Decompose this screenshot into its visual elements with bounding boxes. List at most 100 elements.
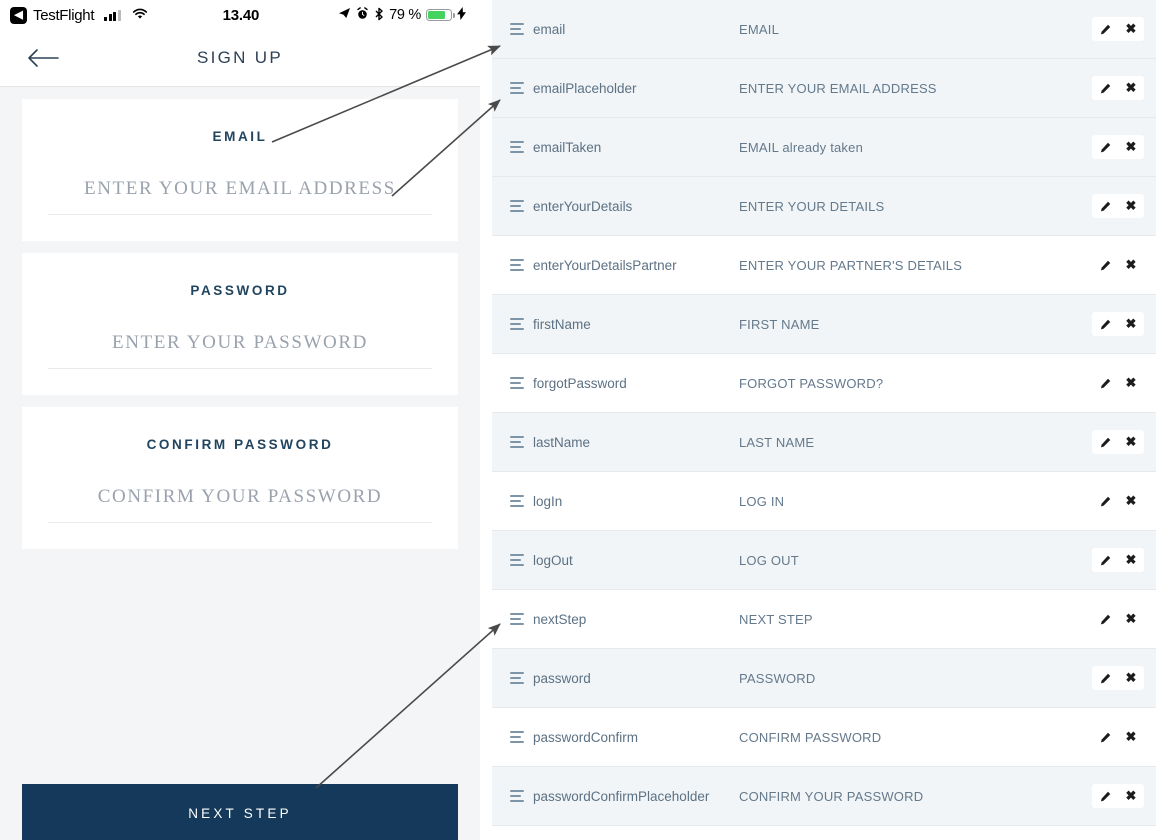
confirm-password-field-card[interactable]: CONFIRM PASSWORD CONFIRM YOUR PASSWORD [22, 407, 458, 549]
delete-row-button[interactable]: ✖ [1118, 666, 1144, 690]
delete-row-button[interactable]: ✖ [1118, 371, 1144, 395]
edit-row-button[interactable] [1092, 430, 1118, 454]
row-value-label: CONFIRM PASSWORD [739, 729, 882, 745]
row-value-label: LAST NAME [739, 434, 815, 450]
edit-row-button[interactable] [1092, 548, 1118, 572]
drag-handle-icon[interactable] [510, 141, 524, 153]
row-value-label: FIRST NAME [739, 316, 820, 332]
table-row[interactable]: forgotPassword FORGOT PASSWORD? ✖ [492, 354, 1156, 413]
edit-row-button[interactable] [1092, 489, 1118, 513]
delete-row-button[interactable]: ✖ [1118, 489, 1144, 513]
row-actions: ✖ [1092, 253, 1144, 277]
table-row[interactable]: logIn LOG IN ✖ [492, 472, 1156, 531]
status-carrier-label: TestFlight [33, 6, 95, 24]
edit-row-button[interactable] [1092, 253, 1118, 277]
table-row[interactable]: firstName FIRST NAME ✖ [492, 295, 1156, 354]
row-actions: ✖ [1092, 371, 1144, 395]
delete-row-button[interactable]: ✖ [1118, 725, 1144, 749]
phone-preview: ◀ TestFlight 13.40 79 % SIGN UP EMAIL EN… [0, 0, 480, 840]
delete-row-button[interactable]: ✖ [1118, 548, 1144, 572]
drag-handle-icon[interactable] [510, 259, 524, 271]
delete-row-button[interactable]: ✖ [1118, 784, 1144, 808]
delete-row-button[interactable]: ✖ [1118, 253, 1144, 277]
table-row[interactable]: enterYourDetailsPartner ENTER YOUR PARTNE… [492, 236, 1156, 295]
edit-row-button[interactable] [1092, 666, 1118, 690]
confirm-password-field-label: CONFIRM PASSWORD [146, 437, 334, 452]
delete-row-button[interactable]: ✖ [1118, 135, 1144, 159]
row-value-label: LOG IN [739, 493, 785, 509]
edit-row-button[interactable] [1092, 76, 1118, 100]
back-arrow-icon[interactable] [26, 47, 60, 69]
drag-handle-icon[interactable] [510, 318, 524, 330]
row-key-label: emailTaken [533, 139, 602, 155]
edit-row-button[interactable] [1092, 607, 1118, 631]
drag-handle-icon[interactable] [510, 613, 524, 625]
status-back-icon[interactable]: ◀ [10, 6, 27, 24]
row-value-label: CONFIRM YOUR PASSWORD [739, 788, 924, 804]
row-key-label: nextStep [533, 611, 587, 627]
table-row[interactable]: emailPlaceholder ENTER YOUR EMAIL ADDRESS… [492, 59, 1156, 118]
row-value-label: PASSWORD [739, 670, 816, 686]
delete-row-button[interactable]: ✖ [1118, 76, 1144, 100]
edit-row-button[interactable] [1092, 784, 1118, 808]
row-actions: ✖ [1092, 135, 1144, 159]
row-value-label: LOG OUT [739, 552, 799, 568]
drag-handle-icon[interactable] [510, 436, 524, 448]
row-key-label: lastName [533, 434, 591, 450]
page-title: SIGN UP [196, 48, 283, 67]
email-input[interactable]: ENTER YOUR EMAIL ADDRESS [48, 178, 432, 200]
row-value-label: NEXT STEP [739, 611, 813, 627]
next-step-button[interactable]: NEXT STEP [22, 784, 458, 840]
signup-form: EMAIL ENTER YOUR EMAIL ADDRESS PASSWORD … [0, 87, 480, 840]
email-field-underline [48, 214, 432, 215]
row-key-label: logOut [533, 552, 573, 568]
drag-handle-icon[interactable] [510, 377, 524, 389]
table-row[interactable]: password PASSWORD ✖ [492, 649, 1156, 708]
table-row[interactable]: lastName LAST NAME ✖ [492, 413, 1156, 472]
edit-row-button[interactable] [1092, 135, 1118, 159]
confirm-password-input[interactable]: CONFIRM YOUR PASSWORD [48, 486, 432, 508]
password-input[interactable]: ENTER YOUR PASSWORD [48, 332, 432, 354]
row-value-label: EMAIL [739, 21, 780, 37]
charging-bolt-icon [457, 7, 466, 23]
drag-handle-icon[interactable] [510, 554, 524, 566]
drag-handle-icon[interactable] [510, 790, 524, 802]
table-row[interactable]: passwordConfirm CONFIRM PASSWORD ✖ [492, 708, 1156, 767]
password-field-label: PASSWORD [190, 283, 290, 298]
edit-row-button[interactable] [1092, 312, 1118, 336]
drag-handle-icon[interactable] [510, 23, 524, 35]
edit-row-button[interactable] [1092, 194, 1118, 218]
screenshot-root: ◀ TestFlight 13.40 79 % SIGN UP EMAIL EN… [0, 0, 1156, 840]
row-value-label: FORGOT PASSWORD? [739, 375, 884, 391]
password-field-underline [48, 368, 432, 369]
delete-row-button[interactable]: ✖ [1118, 312, 1144, 336]
drag-handle-icon[interactable] [510, 82, 524, 94]
row-value-label: ENTER YOUR DETAILS [739, 198, 885, 214]
edit-row-button[interactable] [1092, 17, 1118, 41]
edit-row-button[interactable] [1092, 725, 1118, 749]
confirm-password-field-underline [48, 522, 432, 523]
table-row[interactable]: emailTaken EMAIL already taken ✖ [492, 118, 1156, 177]
table-row[interactable]: enterYourDetails ENTER YOUR DETAILS ✖ [492, 177, 1156, 236]
table-row[interactable]: nextStep NEXT STEP ✖ [492, 590, 1156, 649]
table-row[interactable]: email EMAIL ✖ [492, 0, 1156, 59]
battery-percent-label: 79 % [389, 7, 421, 23]
row-actions: ✖ [1092, 194, 1144, 218]
email-field-card[interactable]: EMAIL ENTER YOUR EMAIL ADDRESS [22, 99, 458, 241]
table-row[interactable]: passwordConfirmPlaceholder CONFIRM YOUR P… [492, 767, 1156, 826]
drag-handle-icon[interactable] [510, 495, 524, 507]
row-key-label: firstName [533, 316, 591, 332]
delete-row-button[interactable]: ✖ [1118, 194, 1144, 218]
status-bar-left: ◀ TestFlight [10, 6, 148, 24]
drag-handle-icon[interactable] [510, 672, 524, 684]
edit-row-button[interactable] [1092, 371, 1118, 395]
delete-row-button[interactable]: ✖ [1118, 17, 1144, 41]
password-field-card[interactable]: PASSWORD ENTER YOUR PASSWORD [22, 253, 458, 395]
row-key-label: passwordConfirm [533, 729, 639, 745]
translation-keys-table: email EMAIL ✖ emailPlaceholder ENTER YOUR EM… [492, 0, 1156, 840]
delete-row-button[interactable]: ✖ [1118, 430, 1144, 454]
drag-handle-icon[interactable] [510, 200, 524, 212]
drag-handle-icon[interactable] [510, 731, 524, 743]
delete-row-button[interactable]: ✖ [1118, 607, 1144, 631]
table-row[interactable]: logOut LOG OUT ✖ [492, 531, 1156, 590]
